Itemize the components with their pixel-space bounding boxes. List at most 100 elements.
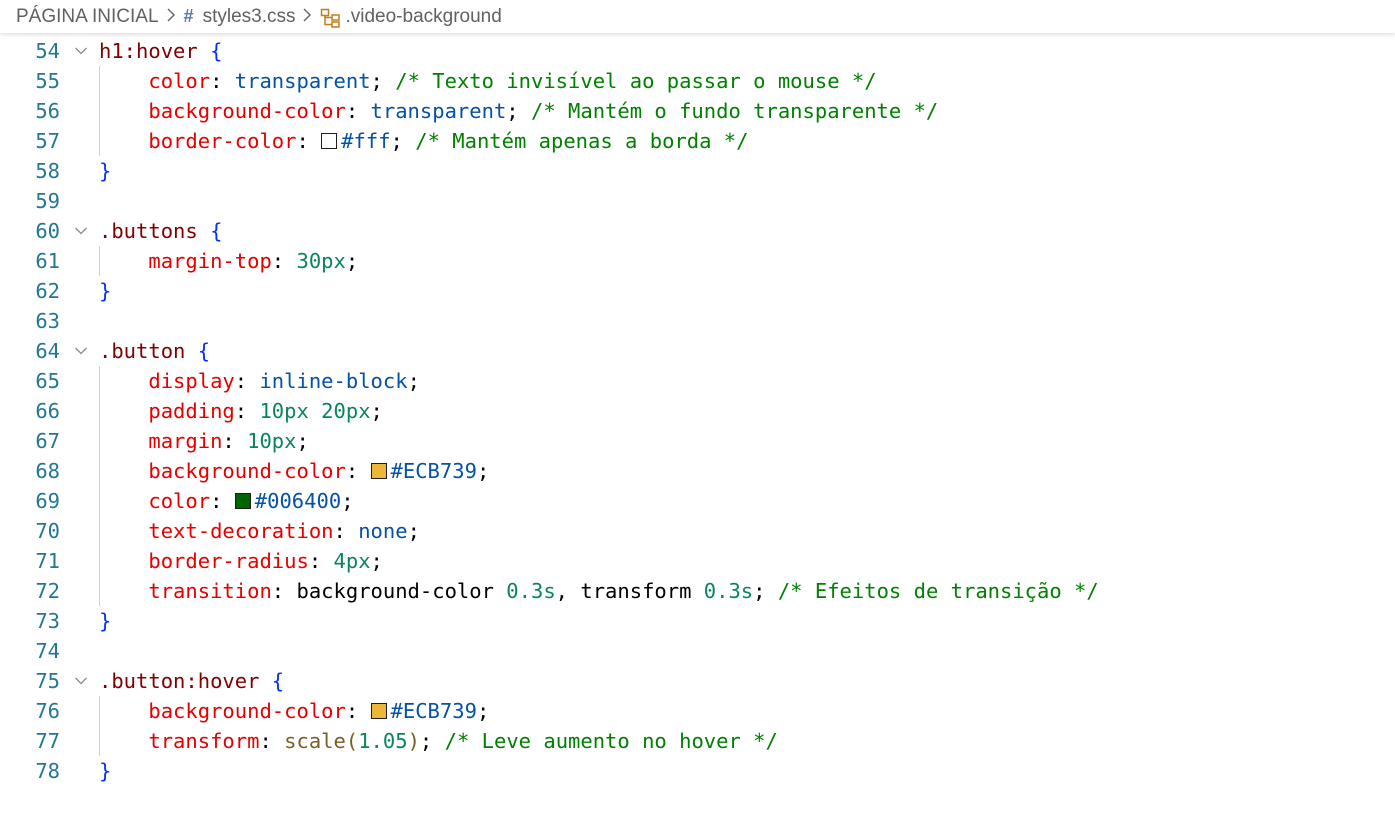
fold-chevron-down-icon[interactable] [71,666,91,696]
breadcrumb-root-label: PÁGINA INICIAL [16,5,159,27]
code-line[interactable]: 66 padding: 10px 20px; [0,396,1395,426]
code-token: ; [753,579,778,603]
code-line[interactable]: 68 background-color: #ECB739; [0,456,1395,486]
code-line[interactable]: 69 color: #006400; [0,486,1395,516]
code-text: transition: background-color 0.3s, trans… [99,576,1098,606]
code-line[interactable]: 56 background-color: transparent; /* Man… [0,96,1395,126]
code-line[interactable]: 67 margin: 10px; [0,426,1395,456]
code-line[interactable]: 57 border-color: #fff; /* Mantém apenas … [0,126,1395,156]
line-number: 67 [35,429,60,453]
code-text: .button:hover { [99,666,284,696]
code-token: h1:hover [99,39,198,63]
code-token: transform [99,729,260,753]
chevron-right-icon [166,7,176,27]
code-token: background-color [99,699,346,723]
breadcrumb-item-selector[interactable]: .video-background [320,5,502,28]
line-number: 75 [35,669,60,693]
code-token: transparent [234,69,371,93]
code-token: : [259,729,285,753]
code-text: padding: 10px 20px; [99,396,383,426]
code-token: : [345,99,371,123]
breadcrumb-item-file[interactable]: # styles3.css [184,6,296,28]
code-line[interactable]: 70 text-decoration: none; [0,516,1395,546]
line-number: 66 [35,399,60,423]
code-line[interactable]: 58} [0,156,1395,186]
line-number: 62 [35,279,60,303]
code-token: ; [407,369,420,393]
color-swatch-icon[interactable] [321,132,338,149]
code-token: border-color [99,129,297,153]
code-line[interactable]: 59 [0,186,1395,216]
code-line[interactable]: 55 color: transparent; /* Texto invisíve… [0,66,1395,96]
fold-chevron-down-icon[interactable] [71,36,91,66]
code-text: background-color: transparent; /* Mantém… [99,96,938,126]
code-line[interactable]: 65 display: inline-block; [0,366,1395,396]
code-line[interactable]: 54 h1:hover { [0,36,1395,66]
code-token: #fff [341,129,391,153]
code-token: : [234,369,260,393]
code-token: #ECB739 [390,699,477,723]
code-line[interactable]: 73} [0,606,1395,636]
code-line[interactable]: 75 .button:hover { [0,666,1395,696]
code-text: border-color: #fff; /* Mantém apenas a b… [99,126,748,156]
code-text: .buttons { [99,216,222,246]
code-token: ; [370,549,383,573]
color-swatch-icon[interactable] [370,702,387,719]
line-number: 63 [35,309,60,333]
code-token: ; [476,699,490,723]
code-token: ; [296,429,309,453]
fold-chevron-down-icon[interactable] [71,216,91,246]
code-text: text-decoration: none; [99,516,420,546]
symbol-class-icon [320,8,342,28]
code-line[interactable]: 74 [0,636,1395,666]
code-line[interactable]: 63 [0,306,1395,336]
breadcrumb-item-root[interactable]: PÁGINA INICIAL [16,6,159,28]
code-token: /* Mantém o fundo transparente */ [530,99,939,123]
code-token: #006400 [254,489,342,513]
code-text: } [99,606,111,636]
line-number: 58 [35,159,60,183]
code-line[interactable]: 71 border-radius: 4px; [0,546,1395,576]
code-token: } [99,609,112,633]
line-number: 69 [35,489,60,513]
fold-chevron-down-icon[interactable] [71,336,91,366]
code-token: /* Texto invisível ao passar o mouse */ [395,69,877,93]
code-editor[interactable]: 55 54 h1:hover {55 color: transparent; /* … [0,20,1395,823]
code-line[interactable]: 77 transform: scale(1.05); /* Leve aumen… [0,726,1395,756]
code-token: : [296,129,322,153]
code-line[interactable]: 72 transition: background-color 0.3s, tr… [0,576,1395,606]
code-line[interactable]: 61 margin-top: 30px; [0,246,1395,276]
code-token: : [308,549,334,573]
breadcrumb-selector-label: .video-background [345,5,502,27]
code-token: ; [345,249,359,273]
breadcrumb: PÁGINA INICIAL # styles3.css .video-back… [0,0,1395,33]
code-line[interactable]: 60 .buttons { [0,216,1395,246]
line-number: 71 [35,549,60,573]
code-token: color [99,69,211,93]
color-swatch-icon[interactable] [370,462,387,479]
code-token: 10px [259,399,309,423]
code-token: transparent [370,99,507,123]
code-line[interactable]: 64 .button { [0,336,1395,366]
code-token: transition [99,579,272,603]
code-line[interactable]: 78} [0,756,1395,786]
line-number: 72 [35,579,60,603]
code-token: 0.3s [506,579,556,603]
line-number: 55 [35,69,60,93]
code-text: color: #006400; [99,486,353,516]
code-line[interactable]: 62} [0,276,1395,306]
code-token: ; [370,69,396,93]
line-number: 54 [35,39,60,63]
code-text: } [99,156,111,186]
code-token: } [99,759,112,783]
color-swatch-icon[interactable] [234,492,251,509]
code-token: padding [99,399,235,423]
code-text: } [99,276,111,306]
code-token: } [99,159,112,183]
line-number: 56 [35,99,60,123]
code-line[interactable]: 76 background-color: #ECB739; [0,696,1395,726]
